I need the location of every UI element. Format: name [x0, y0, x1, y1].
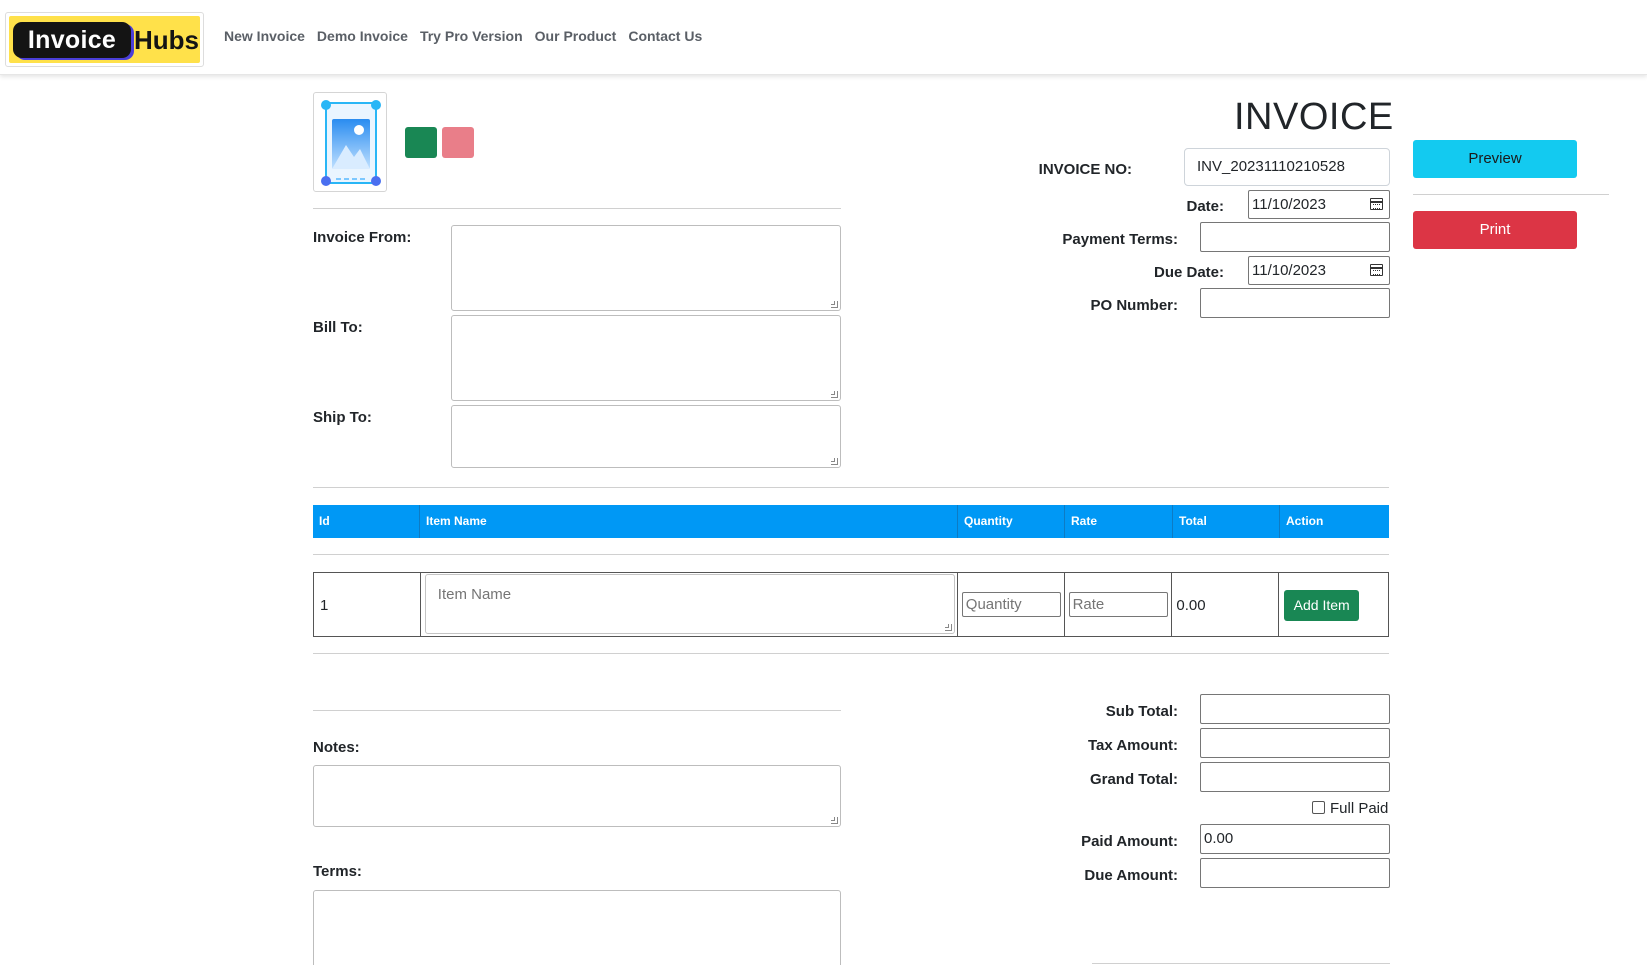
terms-field[interactable] [313, 890, 841, 965]
invoice-from-label: Invoice From: [313, 229, 412, 246]
invoice-from-field[interactable] [451, 225, 841, 311]
quantity-field[interactable]: Quantity [961, 592, 1061, 617]
logo-text-invoice: Invoice [13, 22, 131, 58]
bill-to-field[interactable] [451, 315, 841, 401]
tax-amount-label: Tax Amount: [1088, 737, 1178, 754]
nav-link-demo-invoice[interactable]: Demo Invoice [317, 28, 408, 44]
notes-field[interactable] [313, 765, 841, 827]
nav-link-new-invoice[interactable]: New Invoice [224, 28, 305, 44]
row-item-name-cell: Item Name [421, 573, 958, 636]
ship-to-label: Ship To: [313, 409, 372, 426]
row-total: 0.00 [1176, 597, 1206, 614]
terms-label: Terms: [313, 863, 362, 880]
payment-terms-field[interactable] [1200, 222, 1390, 252]
column-header-action: Action [1286, 514, 1324, 528]
po-number-label: PO Number: [1090, 297, 1178, 314]
date-value: 11/10/2023 [1252, 196, 1326, 213]
row-total-cell: 0.00 [1172, 573, 1280, 636]
bill-to-label: Bill To: [313, 319, 363, 336]
divider [1092, 963, 1390, 964]
rate-field[interactable]: Rate [1068, 592, 1168, 617]
divider [1413, 194, 1609, 195]
tax-amount-field[interactable] [1200, 728, 1390, 758]
divider [313, 554, 1389, 555]
image-placeholder-icon [321, 100, 381, 186]
full-paid-checkbox[interactable] [1312, 801, 1325, 814]
brand-logo[interactable]: Invoice Hubs [5, 12, 204, 67]
sub-total-field[interactable] [1200, 694, 1390, 724]
column-header-id: Id [313, 505, 420, 538]
page-title: INVOICE [1234, 96, 1394, 138]
logo-upload[interactable] [313, 92, 387, 192]
preview-button[interactable]: Preview [1413, 140, 1577, 178]
column-header-item-name: Item Name [420, 505, 958, 538]
row-rate-cell: Rate [1065, 573, 1173, 636]
paid-amount-field[interactable]: 0.00 [1200, 824, 1390, 854]
due-date-value: 11/10/2023 [1252, 262, 1326, 279]
due-date-label: Due Date: [1153, 264, 1224, 281]
grand-total-label: Grand Total: [1089, 771, 1178, 788]
calendar-icon[interactable] [1370, 198, 1383, 210]
divider [313, 487, 1389, 488]
divider [313, 653, 1389, 654]
color-swatch-green[interactable] [405, 127, 437, 158]
payment-terms-label: Payment Terms: [1062, 231, 1178, 248]
column-header-total: Total [1173, 505, 1280, 538]
row-id: 1 [320, 597, 329, 614]
row-action-cell: Add Item [1279, 573, 1388, 636]
item-name-placeholder: Item Name [437, 586, 512, 603]
items-table-header: Id Item Name Quantity Rate Total Action [313, 505, 1389, 538]
full-paid-label: Full Paid [1330, 800, 1389, 817]
nav-link-try-pro[interactable]: Try Pro Version [420, 28, 523, 44]
notes-label: Notes: [313, 739, 360, 756]
nav-link-our-product[interactable]: Our Product [535, 28, 617, 44]
add-item-button[interactable]: Add Item [1284, 590, 1360, 621]
navbar: Invoice Hubs New Invoice Demo Invoice Tr… [0, 0, 1647, 75]
calendar-icon[interactable] [1370, 264, 1383, 276]
sub-total-label: Sub Total: [1105, 703, 1178, 720]
nav-menu: New Invoice Demo Invoice Try Pro Version… [224, 28, 702, 44]
due-date-field[interactable]: 11/10/2023 [1248, 256, 1390, 285]
divider [313, 208, 841, 209]
due-amount-label: Due Amount: [1084, 867, 1178, 884]
paid-amount-label: Paid Amount: [1081, 833, 1178, 850]
divider [313, 710, 841, 711]
ship-to-field[interactable] [451, 405, 841, 468]
date-label: Date: [1186, 198, 1224, 215]
due-amount-field[interactable] [1200, 858, 1390, 888]
logo-text-hubs: Hubs [134, 25, 199, 55]
column-header-rate: Rate [1065, 505, 1173, 538]
grand-total-field[interactable] [1200, 762, 1390, 792]
table-row: 1 Item Name Quantity Rate 0.00 Add Item [313, 572, 1389, 637]
row-id-cell: 1 [314, 573, 421, 636]
logo-background: Invoice Hubs [9, 16, 200, 63]
invoice-no-field[interactable]: INV_20231110210528 [1184, 148, 1390, 186]
print-button[interactable]: Print [1413, 211, 1577, 249]
item-name-field[interactable]: Item Name [424, 574, 955, 634]
nav-link-contact-us[interactable]: Contact Us [628, 28, 702, 44]
po-number-field[interactable] [1200, 288, 1390, 318]
column-header-quantity: Quantity [958, 505, 1065, 538]
invoice-no-label: INVOICE NO: [1038, 161, 1132, 178]
color-swatch-pink[interactable] [442, 127, 474, 158]
row-quantity-cell: Quantity [958, 573, 1065, 636]
date-field[interactable]: 11/10/2023 [1248, 190, 1390, 219]
